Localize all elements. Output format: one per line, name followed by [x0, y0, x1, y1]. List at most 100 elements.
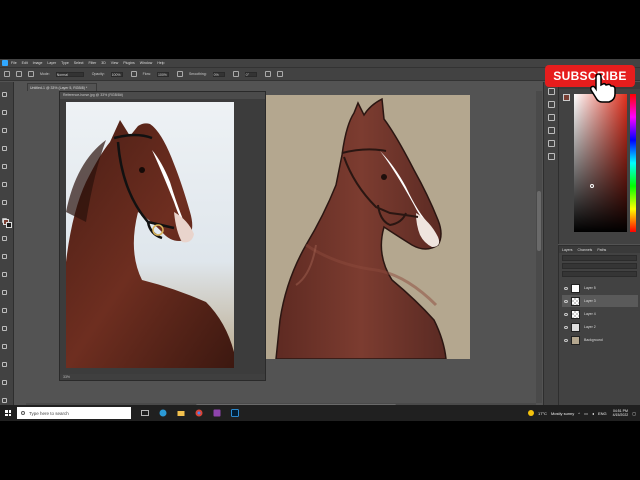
taskbar-search-box[interactable]: Type here to search — [17, 407, 131, 419]
opacity-label: Opacity: — [91, 72, 105, 76]
smoothing-label: Smoothing: — [188, 72, 207, 76]
layer-row-selected[interactable]: Layer 3 — [562, 295, 638, 307]
menu-view[interactable]: View — [111, 61, 119, 65]
chrome-icon[interactable] — [195, 409, 203, 417]
blur-tool-icon[interactable] — [2, 344, 7, 349]
marquee-tool-icon[interactable] — [2, 128, 7, 133]
menu-filter[interactable]: Filter — [89, 61, 97, 65]
menu-help[interactable]: Help — [157, 61, 164, 65]
libraries-panel-icon[interactable] — [548, 140, 555, 147]
visibility-eye-icon[interactable] — [564, 338, 568, 342]
media-app-icon[interactable] — [213, 409, 221, 417]
artboard-tool-icon[interactable] — [2, 110, 7, 115]
airbrush-icon[interactable] — [176, 71, 183, 77]
quick-select-tool-icon[interactable] — [2, 164, 7, 169]
eraser-tool-icon[interactable] — [2, 308, 7, 313]
visibility-eye-icon[interactable] — [564, 325, 568, 329]
tray-chevron-icon[interactable]: ^ — [578, 411, 580, 416]
reference-window-title[interactable]: Reference-horse.jpg @ 33% (RGB/8#) — [60, 92, 265, 99]
flow-field[interactable]: 100% — [156, 71, 169, 77]
tab-layers[interactable]: Layers — [562, 248, 573, 252]
reference-image-window[interactable]: Reference-horse.jpg @ 33% (RGB/8#) 33% — [59, 91, 266, 381]
pressure-opacity-icon[interactable] — [130, 71, 137, 77]
menu-file[interactable]: File — [11, 61, 17, 65]
edge-browser-icon[interactable] — [159, 409, 167, 417]
frame-tool-icon[interactable] — [2, 200, 7, 205]
photoshop-taskbar-icon[interactable] — [231, 409, 239, 417]
layer-row[interactable]: Background — [562, 334, 638, 346]
smoothing-options-gear-icon[interactable] — [232, 71, 239, 77]
weather-description[interactable]: Mostly sunny — [551, 411, 574, 416]
volume-icon[interactable]: ◂ — [592, 411, 594, 416]
smoothing-field[interactable]: 0% — [212, 71, 225, 77]
visibility-eye-icon[interactable] — [564, 299, 568, 303]
vertical-scroll-thumb[interactable] — [537, 191, 541, 251]
document-tab[interactable]: Untitled-1 @ 33% (Layer 5, RGB/8) * — [27, 83, 97, 91]
history-panel-icon[interactable] — [548, 88, 555, 95]
hue-slider[interactable] — [630, 94, 636, 232]
gradient-tool-icon[interactable] — [2, 326, 7, 331]
horse-photo — [66, 102, 234, 368]
opacity-field[interactable]: 100% — [110, 71, 123, 77]
network-icon[interactable]: ▭ — [584, 411, 588, 416]
color-picker-marker[interactable] — [590, 184, 594, 188]
taskbar-clock[interactable]: 04:51 PM 4/15/2022 — [613, 409, 629, 417]
color-saturation-field[interactable] — [574, 94, 627, 232]
notifications-icon[interactable]: ▢ — [632, 411, 636, 416]
search-placeholder: Type here to search — [29, 410, 69, 416]
brush-tool-icon[interactable] — [2, 254, 7, 259]
tab-channels[interactable]: Channels — [578, 248, 593, 252]
menu-layer[interactable]: Layer — [47, 61, 56, 65]
options-bar: Mode: Normal Opacity: 100% Flow: 100% Sm… — [0, 67, 640, 81]
language-indicator[interactable]: ENG — [598, 411, 607, 416]
home-icon[interactable] — [4, 71, 10, 77]
blend-mode-control[interactable] — [562, 263, 637, 269]
menu-edit[interactable]: Edit — [22, 61, 28, 65]
history-brush-icon[interactable] — [2, 290, 7, 295]
background-color-swatch[interactable] — [6, 222, 12, 228]
weather-temperature[interactable]: 17°C — [538, 411, 547, 416]
visibility-eye-icon[interactable] — [564, 286, 568, 290]
pressure-size-icon[interactable] — [264, 71, 271, 77]
mode-select[interactable]: Normal — [55, 71, 84, 77]
adjustments-panel-icon[interactable] — [548, 127, 555, 134]
clone-stamp-icon[interactable] — [2, 272, 7, 277]
type-tool-icon[interactable] — [2, 398, 7, 403]
layer-row[interactable]: Layer 2 — [562, 321, 638, 333]
file-explorer-icon[interactable] — [177, 409, 185, 417]
menu-plugins[interactable]: Plugins — [123, 61, 134, 65]
clock-date: 4/15/2022 — [612, 413, 629, 417]
pen-tool-icon[interactable] — [2, 380, 7, 385]
crop-tool-icon[interactable] — [2, 182, 7, 187]
menu-image[interactable]: Image — [33, 61, 43, 65]
layer-row[interactable]: Layer 5 — [562, 282, 638, 294]
start-button[interactable] — [0, 405, 16, 421]
dodge-tool-icon[interactable] — [2, 362, 7, 367]
lasso-tool-icon[interactable] — [2, 146, 7, 151]
menu-window[interactable]: Window — [140, 61, 152, 65]
paragraph-panel-icon[interactable] — [548, 153, 555, 160]
tab-paths[interactable]: Paths — [597, 248, 606, 252]
angle-field[interactable]: 0° — [244, 71, 257, 77]
menu-3d[interactable]: 3D — [101, 61, 105, 65]
healing-brush-icon[interactable] — [2, 236, 7, 241]
visibility-eye-icon[interactable] — [564, 312, 568, 316]
layer-row[interactable]: Layer 4 — [562, 308, 638, 320]
task-view-icon[interactable] — [141, 409, 149, 417]
brushes-panel-icon[interactable] — [548, 114, 555, 121]
layer-thumbnail — [571, 322, 580, 332]
vertical-scrollbar[interactable] — [536, 91, 542, 403]
symmetry-icon[interactable] — [276, 71, 283, 77]
layer-filter-control[interactable] — [562, 255, 637, 261]
weather-sun-icon[interactable] — [528, 410, 534, 416]
menu-type[interactable]: Type — [61, 61, 69, 65]
color-panel-foreground-swatch[interactable] — [563, 94, 570, 101]
layer-thumbnail — [571, 309, 580, 319]
painting-canvas[interactable] — [266, 95, 470, 359]
properties-panel-icon[interactable] — [548, 101, 555, 108]
menu-select[interactable]: Select — [74, 61, 84, 65]
brush-settings-icon[interactable] — [28, 71, 34, 77]
brush-preset-icon[interactable] — [16, 71, 22, 77]
lock-fill-control[interactable] — [562, 271, 637, 277]
move-tool-icon[interactable] — [2, 92, 7, 97]
